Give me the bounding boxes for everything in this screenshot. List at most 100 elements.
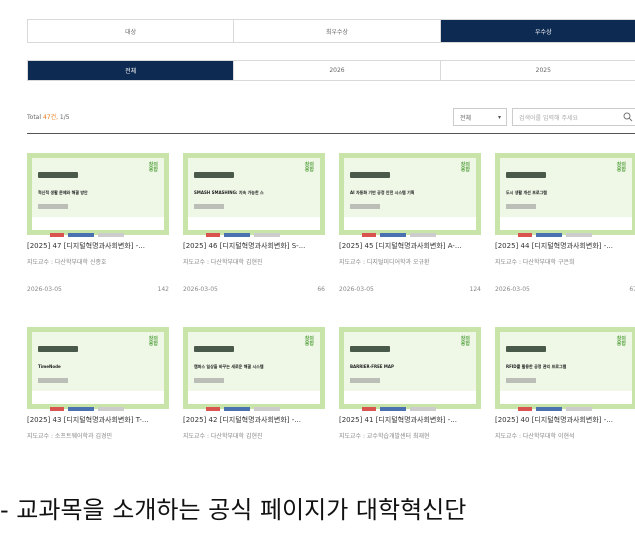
card-thumbnail[interactable]: 창의융합 SMASH SMASHING: 지속 가능한 스마트 생활 개선 xyxy=(183,153,325,237)
card-title[interactable]: [2025] 44 [디지털혁명과사회변화] -... xyxy=(495,241,635,251)
thumb-badge xyxy=(506,346,546,352)
card-title[interactable]: [2025] 40 [디지털혁명과사회변화] -... xyxy=(495,415,635,425)
card-views: 124 xyxy=(469,286,481,293)
card-meta: 2026-03-05 142 xyxy=(27,286,169,294)
card-thumbnail[interactable]: 창의 융합 TimeNode xyxy=(27,327,169,411)
card-meta: 2026-03-05 67 xyxy=(495,286,635,294)
card-thumbnail[interactable]: 창의 융합 혁신적 생활 문제와 해결 방안 xyxy=(27,153,169,237)
thumb-sub xyxy=(194,378,224,383)
thumb-sub xyxy=(38,204,68,209)
sponsor-logos xyxy=(206,222,296,237)
program-logo: 창의 융합 xyxy=(148,162,158,173)
tab-award-1[interactable]: 최우수상 xyxy=(234,20,441,42)
thumb-sub xyxy=(350,378,380,383)
tab-year-2025[interactable]: 2025 xyxy=(441,61,635,80)
card-views: 67 xyxy=(629,286,635,293)
card-professor: 지도교수 : 다산학부대학 신종호 xyxy=(27,259,107,266)
card-title[interactable]: [2025] 43 [디지털혁명과사회변화] T-... xyxy=(27,415,169,425)
program-logo: 창의 융합 xyxy=(304,162,314,173)
sponsor-logos xyxy=(362,396,452,411)
card-title[interactable]: [2025] 41 [디지털혁명과사회변화] -... xyxy=(339,415,481,425)
thumb-title: AI 자동화 기반 공정 안전 시스템 기획 xyxy=(350,190,415,195)
caret-down-icon: ▾ xyxy=(497,114,501,121)
card-date: 2026-03-05 xyxy=(27,286,62,293)
list-toolbar: Total 47건, 1/5 전체 ▾ 검색어를 입력해 주세요 xyxy=(27,108,635,126)
card[interactable]: 창의 융합 AI 자동화 기반 공정 안전 시스템 기획 [2025] 45 [디… xyxy=(339,153,481,294)
card-thumbnail[interactable]: 창의 융합 BARRIER-FREE MAP xyxy=(339,327,481,411)
sponsor-logos xyxy=(50,222,140,237)
program-logo: 창의 융합 xyxy=(616,162,626,173)
total-label: Total xyxy=(27,114,42,121)
search-icon[interactable] xyxy=(623,112,633,122)
thumb-sub xyxy=(194,204,224,209)
caption-text: - 교과목을 소개하는 공식 페이지가 대학혁신단 xyxy=(0,496,467,524)
program-logo: 창의 융합 xyxy=(304,336,314,347)
card-thumbnail[interactable]: 창의 융합 캠퍼스 일상을 바꾸는 새로운 해결 시스템 xyxy=(183,327,325,411)
card-meta: 2026-03-05 124 xyxy=(339,286,481,294)
card-title[interactable]: [2025] 47 [디지털혁명과사회변화] -... xyxy=(27,241,169,251)
card[interactable]: 창의 융합 RFID를 활용한 공정 관리 프로그램 [2025] 40 [디지털… xyxy=(495,327,635,440)
card[interactable]: 창의 융합 BARRIER-FREE MAP [2025] 41 [디지털혁명과사… xyxy=(339,327,481,440)
program-logo: 창의 융합 xyxy=(460,336,470,347)
tab-year-all[interactable]: 전체 xyxy=(28,61,235,80)
tab-award-0[interactable]: 대상 xyxy=(28,20,235,42)
card-title[interactable]: [2025] 46 [디지털혁명과사회변화] S-... xyxy=(183,241,325,251)
thumb-badge xyxy=(194,172,234,178)
sponsor-logos xyxy=(518,222,608,237)
total-number: 47건, xyxy=(42,114,58,121)
thumb-title: 혁신적 생활 문제와 해결 방안 xyxy=(38,190,88,195)
search-scope-select[interactable]: 전체 ▾ xyxy=(453,108,507,126)
thumb-badge xyxy=(38,172,78,178)
card-professor: 지도교수 : 디지털미디어학과 오규환 xyxy=(339,259,430,266)
list-divider xyxy=(27,133,635,134)
thumb-title: RFID를 활용한 공정 관리 프로그램 xyxy=(506,364,567,369)
caption-text-cutoff xyxy=(14,527,634,533)
card-thumbnail[interactable]: 창의 융합 도시 생활 개선 프로그램 xyxy=(495,153,635,237)
thumb-badge xyxy=(38,346,78,352)
award-tabs: 대상 최우수상 우수상 xyxy=(27,19,635,43)
card-thumbnail[interactable]: 창의 융합 RFID를 활용한 공정 관리 프로그램 xyxy=(495,327,635,411)
sponsor-logos xyxy=(362,222,452,237)
thumb-title: TimeNode xyxy=(38,364,61,369)
program-logo: 창의 융합 xyxy=(460,162,470,173)
thumb-badge xyxy=(350,172,390,178)
card[interactable]: 창의 융합 캠퍼스 일상을 바꾸는 새로운 해결 시스템 [2025] 42 [디… xyxy=(183,327,325,440)
sponsor-logos xyxy=(50,396,140,411)
year-tabs: 전체 2026 2025 xyxy=(27,60,635,81)
card[interactable]: 창의융합 SMASH SMASHING: 지속 가능한 스마트 생활 개선 [2… xyxy=(183,153,325,294)
thumb-title: BARRIER-FREE MAP xyxy=(350,364,394,369)
thumb-badge xyxy=(194,346,234,352)
page-indicator: 1/5 xyxy=(59,114,70,121)
thumb-badge xyxy=(350,346,390,352)
sponsor-logos xyxy=(206,396,296,411)
card-professor: 지도교수 : 교수학습개발센터 최재현 xyxy=(339,433,430,440)
card-views: 66 xyxy=(317,286,325,293)
search-input[interactable]: 검색어를 입력해 주세요 xyxy=(512,108,635,126)
card[interactable]: 창의 융합 혁신적 생활 문제와 해결 방안 [2025] 47 [디지털혁명과사… xyxy=(27,153,169,294)
card-thumbnail[interactable]: 창의 융합 AI 자동화 기반 공정 안전 시스템 기획 xyxy=(339,153,481,237)
thumb-sub xyxy=(350,204,380,209)
total-count: Total 47건, 1/5 xyxy=(27,112,70,121)
card-title[interactable]: [2025] 42 [디지털혁명과사회변화] -... xyxy=(183,415,325,425)
card-professor: 지도교수 : 다산학부대학 김현진 xyxy=(183,259,263,266)
card-title[interactable]: [2025] 45 [디지털혁명과사회변화] A-... xyxy=(339,241,481,251)
card-professor: 지도교수 : 다산학부대학 이현석 xyxy=(495,433,575,440)
tab-year-2026[interactable]: 2026 xyxy=(234,61,441,80)
thumb-badge xyxy=(506,172,546,178)
thumb-sub xyxy=(38,378,68,383)
card-meta: 2026-03-05 66 xyxy=(183,286,325,294)
program-logo: 창의 융합 xyxy=(148,336,158,347)
select-value: 전체 xyxy=(460,114,472,122)
thumb-title: 도시 생활 개선 프로그램 xyxy=(506,190,547,195)
thumb-title: SMASH SMASHING: 지속 가능한 스마트 생활 개선 xyxy=(194,190,264,195)
card-date: 2026-03-05 xyxy=(183,286,218,293)
card[interactable]: 창의 융합 TimeNode [2025] 43 [디지털혁명과사회변화] T-.… xyxy=(27,327,169,440)
sponsor-logos xyxy=(518,396,608,411)
card-professor: 지도교수 : 소프트웨어학과 김경민 xyxy=(27,433,113,440)
card[interactable]: 창의 융합 도시 생활 개선 프로그램 [2025] 44 [디지털혁명과사회변화… xyxy=(495,153,635,294)
program-logo: 창의 융합 xyxy=(616,336,626,347)
card-date: 2026-03-05 xyxy=(495,286,530,293)
tab-award-2[interactable]: 우수상 xyxy=(440,20,635,42)
thumb-sub xyxy=(506,204,536,209)
card-views: 142 xyxy=(157,286,169,293)
